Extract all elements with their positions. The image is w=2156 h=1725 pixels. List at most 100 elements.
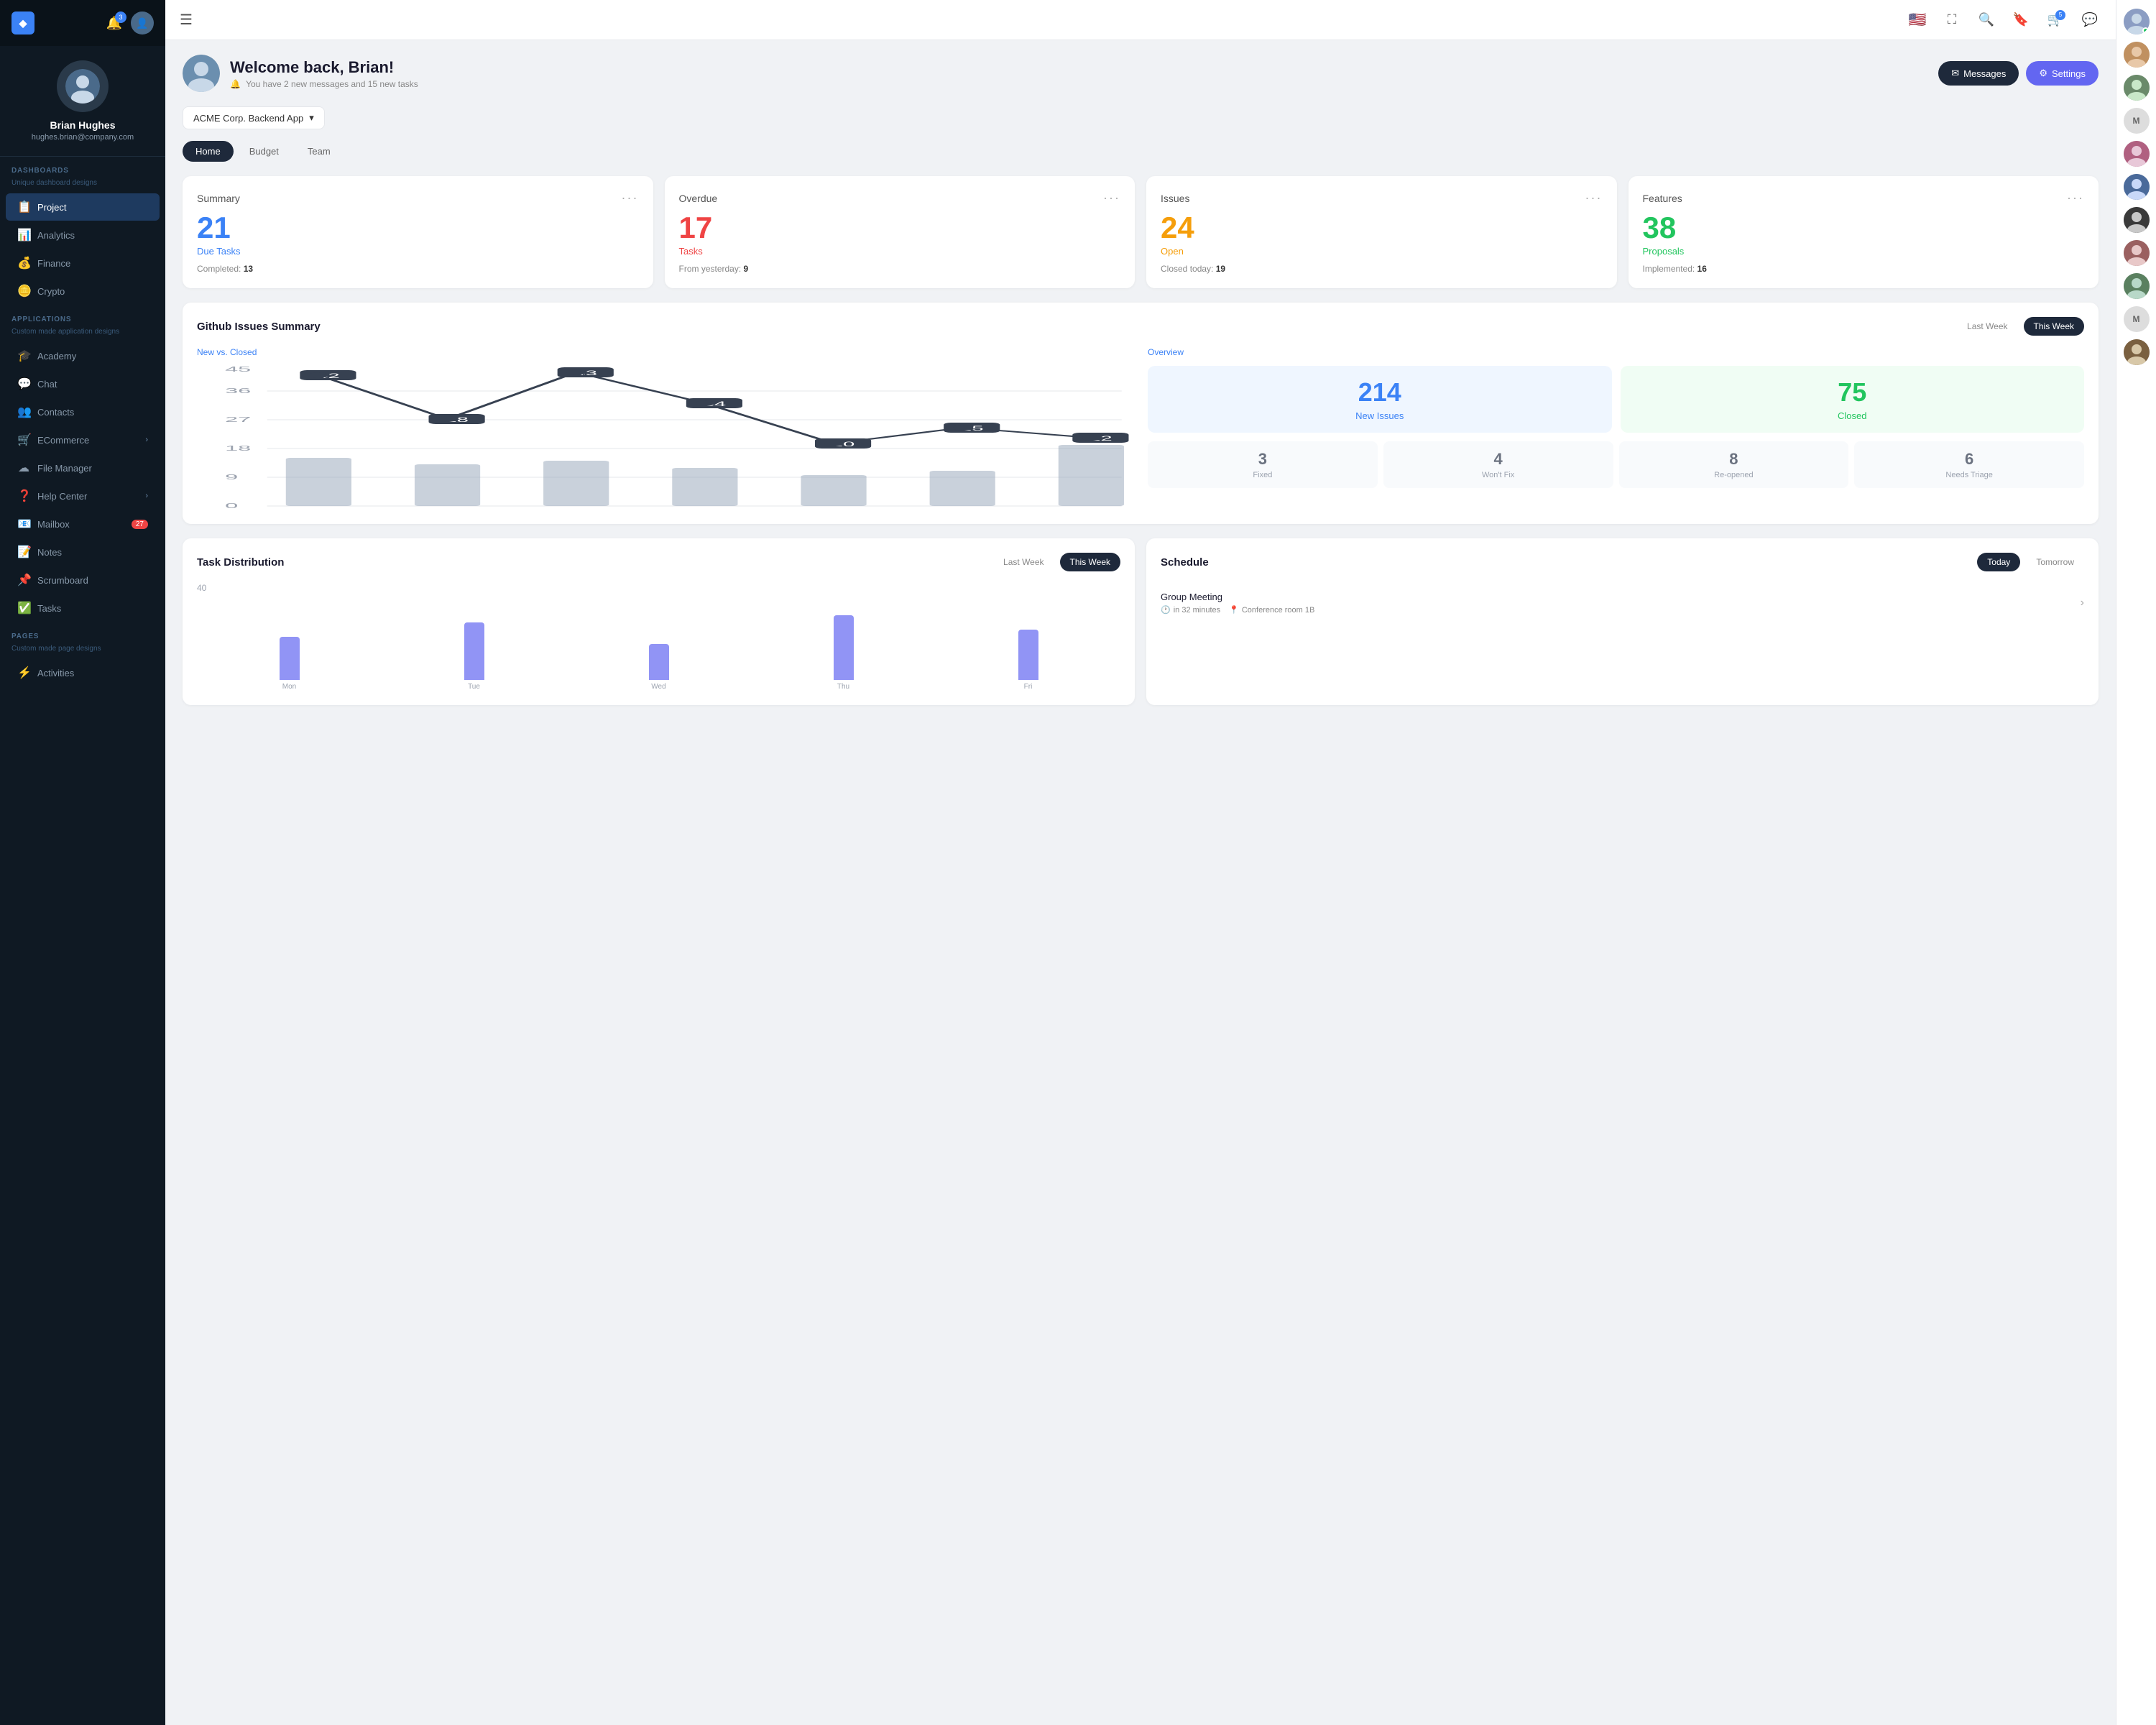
sidebar-profile: Brian Hughes hughes.brian@company.com bbox=[0, 46, 165, 157]
stat-label: Tasks bbox=[679, 246, 1121, 257]
bar-mon-label: Mon bbox=[282, 683, 296, 691]
right-avatar-4[interactable]: M bbox=[2124, 108, 2150, 134]
stat-number: 21 bbox=[197, 213, 639, 243]
tomorrow-btn[interactable]: Tomorrow bbox=[2026, 553, 2084, 571]
app-logo[interactable]: ◆ bbox=[11, 12, 34, 34]
stat-card-header: Summary ··· bbox=[197, 190, 639, 206]
sidebar-item-label: Activities bbox=[37, 668, 74, 678]
tab-budget[interactable]: Budget bbox=[236, 141, 292, 162]
right-avatar-8[interactable] bbox=[2124, 240, 2150, 266]
stat-sub: Closed today: 19 bbox=[1161, 264, 1603, 274]
pages-desc: Custom made page designs bbox=[0, 645, 165, 658]
sidebar-item-ecommerce[interactable]: 🛒 ECommerce › bbox=[6, 426, 160, 454]
sidebar-item-scrumboard[interactable]: 📌 Scrumboard bbox=[6, 566, 160, 594]
closed-number: 75 bbox=[1632, 377, 2073, 408]
stat-card-overdue: Overdue ··· 17 Tasks From yesterday: 9 bbox=[665, 176, 1135, 288]
right-avatar-6[interactable] bbox=[2124, 174, 2150, 200]
dashboards-section: DASHBOARDS Unique dashboard designs 📋 Pr… bbox=[0, 157, 165, 305]
right-avatar-2[interactable] bbox=[2124, 42, 2150, 68]
stat-card-issues: Issues ··· 24 Open Closed today: 19 bbox=[1146, 176, 1617, 288]
sidebar-item-activities[interactable]: ⚡ Activities bbox=[6, 659, 160, 686]
right-avatar-1[interactable] bbox=[2124, 9, 2150, 34]
last-week-btn[interactable]: Last Week bbox=[1957, 317, 2017, 336]
stat-title: Overdue bbox=[679, 193, 718, 204]
topbar: ☰ 🇺🇸 ⛶ 🔍 🔖 🛒 5 💬 bbox=[165, 0, 2116, 40]
settings-button[interactable]: ⚙ Settings bbox=[2026, 61, 2099, 86]
sidebar-item-academy[interactable]: 🎓 Academy bbox=[6, 342, 160, 369]
location-icon: 📍 bbox=[1229, 605, 1239, 615]
menu-toggle[interactable]: ☰ bbox=[180, 11, 193, 29]
welcome-title: Welcome back, Brian! bbox=[230, 58, 418, 77]
dropdown-icon: ▾ bbox=[309, 112, 314, 124]
notification-bell[interactable]: 🔔 3 bbox=[106, 16, 122, 31]
right-avatar-3[interactable] bbox=[2124, 75, 2150, 101]
right-avatar-11[interactable] bbox=[2124, 339, 2150, 365]
messages-button[interactable]: ✉ Messages bbox=[1938, 61, 2019, 86]
schedule-buttons: Today Tomorrow bbox=[1977, 553, 2084, 571]
bookmark-button[interactable]: 🔖 bbox=[2009, 9, 2032, 32]
sidebar-item-filemanager[interactable]: ☁ File Manager bbox=[6, 454, 160, 482]
this-week-btn[interactable]: This Week bbox=[2024, 317, 2084, 336]
stat-card-header: Issues ··· bbox=[1161, 190, 1603, 206]
sidebar-item-mailbox[interactable]: 📧 Mailbox 27 bbox=[6, 510, 160, 538]
finance-icon: 💰 bbox=[17, 256, 30, 270]
bar-wed: Wed bbox=[649, 644, 669, 691]
task-distribution-card: Task Distribution Last Week This Week 40… bbox=[183, 538, 1135, 705]
card-menu-icon[interactable]: ··· bbox=[1585, 190, 1603, 206]
chart-svg: 0 9 18 27 36 45 bbox=[197, 366, 1133, 510]
tab-home[interactable]: Home bbox=[183, 141, 234, 162]
header-avatar[interactable]: 👤 bbox=[131, 12, 154, 34]
fullscreen-toggle[interactable]: ⛶ bbox=[1940, 9, 1963, 32]
sidebar-item-label: Analytics bbox=[37, 230, 75, 241]
card-menu-icon[interactable]: ··· bbox=[1103, 190, 1120, 206]
language-flag[interactable]: 🇺🇸 bbox=[1906, 9, 1929, 32]
right-avatar-5[interactable] bbox=[2124, 141, 2150, 167]
svg-text:9: 9 bbox=[225, 473, 238, 481]
bar-tue-label: Tue bbox=[468, 683, 480, 691]
inbox-button[interactable]: 🛒 5 bbox=[2044, 9, 2067, 32]
tasks-icon: ✅ bbox=[17, 601, 30, 615]
wont-fix-number: 4 bbox=[1392, 450, 1605, 469]
stat-sub: From yesterday: 9 bbox=[679, 264, 1121, 274]
bar-tue: Tue bbox=[464, 622, 484, 691]
stat-label: Due Tasks bbox=[197, 246, 639, 257]
card-menu-icon[interactable]: ··· bbox=[622, 190, 639, 206]
sidebar-item-label: Scrumboard bbox=[37, 575, 88, 586]
tab-team[interactable]: Team bbox=[295, 141, 344, 162]
welcome-left: Welcome back, Brian! 🔔 You have 2 new me… bbox=[183, 55, 418, 92]
schedule-card: Schedule Today Tomorrow Group Meeting 🕐 … bbox=[1146, 538, 2099, 705]
sidebar-item-label: Project bbox=[37, 202, 66, 213]
right-avatar-9[interactable] bbox=[2124, 273, 2150, 299]
notes-icon: 📝 bbox=[17, 545, 30, 559]
right-avatar-10[interactable]: M bbox=[2124, 306, 2150, 332]
project-selector[interactable]: ACME Corp. Backend App ▾ bbox=[183, 106, 325, 129]
sidebar-item-contacts[interactable]: 👥 Contacts bbox=[6, 398, 160, 426]
stat-title: Issues bbox=[1161, 193, 1189, 204]
sidebar-item-chat[interactable]: 💬 Chat bbox=[6, 370, 160, 397]
applications-desc: Custom made application designs bbox=[0, 328, 165, 341]
task-this-week-btn[interactable]: This Week bbox=[1060, 553, 1120, 571]
profile-avatar bbox=[57, 60, 109, 112]
chevron-right-icon[interactable]: › bbox=[2081, 597, 2084, 610]
right-avatar-7[interactable] bbox=[2124, 207, 2150, 233]
card-menu-icon[interactable]: ··· bbox=[2067, 190, 2084, 206]
sidebar-item-analytics[interactable]: 📊 Analytics bbox=[6, 221, 160, 249]
sidebar-item-crypto[interactable]: 🪙 Crypto bbox=[6, 277, 160, 305]
fixed-card: 3 Fixed bbox=[1148, 441, 1378, 488]
stat-sub: Completed: 13 bbox=[197, 264, 639, 274]
right-panel: M M bbox=[2116, 0, 2156, 1725]
task-last-week-btn[interactable]: Last Week bbox=[993, 553, 1054, 571]
today-btn[interactable]: Today bbox=[1977, 553, 2020, 571]
github-header: Github Issues Summary Last Week This Wee… bbox=[197, 317, 2084, 336]
sidebar-item-finance[interactable]: 💰 Finance bbox=[6, 249, 160, 277]
messages-button[interactable]: 💬 bbox=[2078, 9, 2101, 32]
main-area: ☰ 🇺🇸 ⛶ 🔍 🔖 🛒 5 💬 Welco bbox=[165, 0, 2116, 1725]
schedule-location: 📍 Conference room 1B bbox=[1229, 605, 1314, 615]
welcome-actions: ✉ Messages ⚙ Settings bbox=[1938, 61, 2099, 86]
sidebar-item-helpcenter[interactable]: ❓ Help Center › bbox=[6, 482, 160, 510]
triage-number: 6 bbox=[1863, 450, 2076, 469]
search-button[interactable]: 🔍 bbox=[1975, 9, 1998, 32]
sidebar-item-project[interactable]: 📋 Project bbox=[6, 193, 160, 221]
sidebar-item-tasks[interactable]: ✅ Tasks bbox=[6, 594, 160, 622]
sidebar-item-notes[interactable]: 📝 Notes bbox=[6, 538, 160, 566]
